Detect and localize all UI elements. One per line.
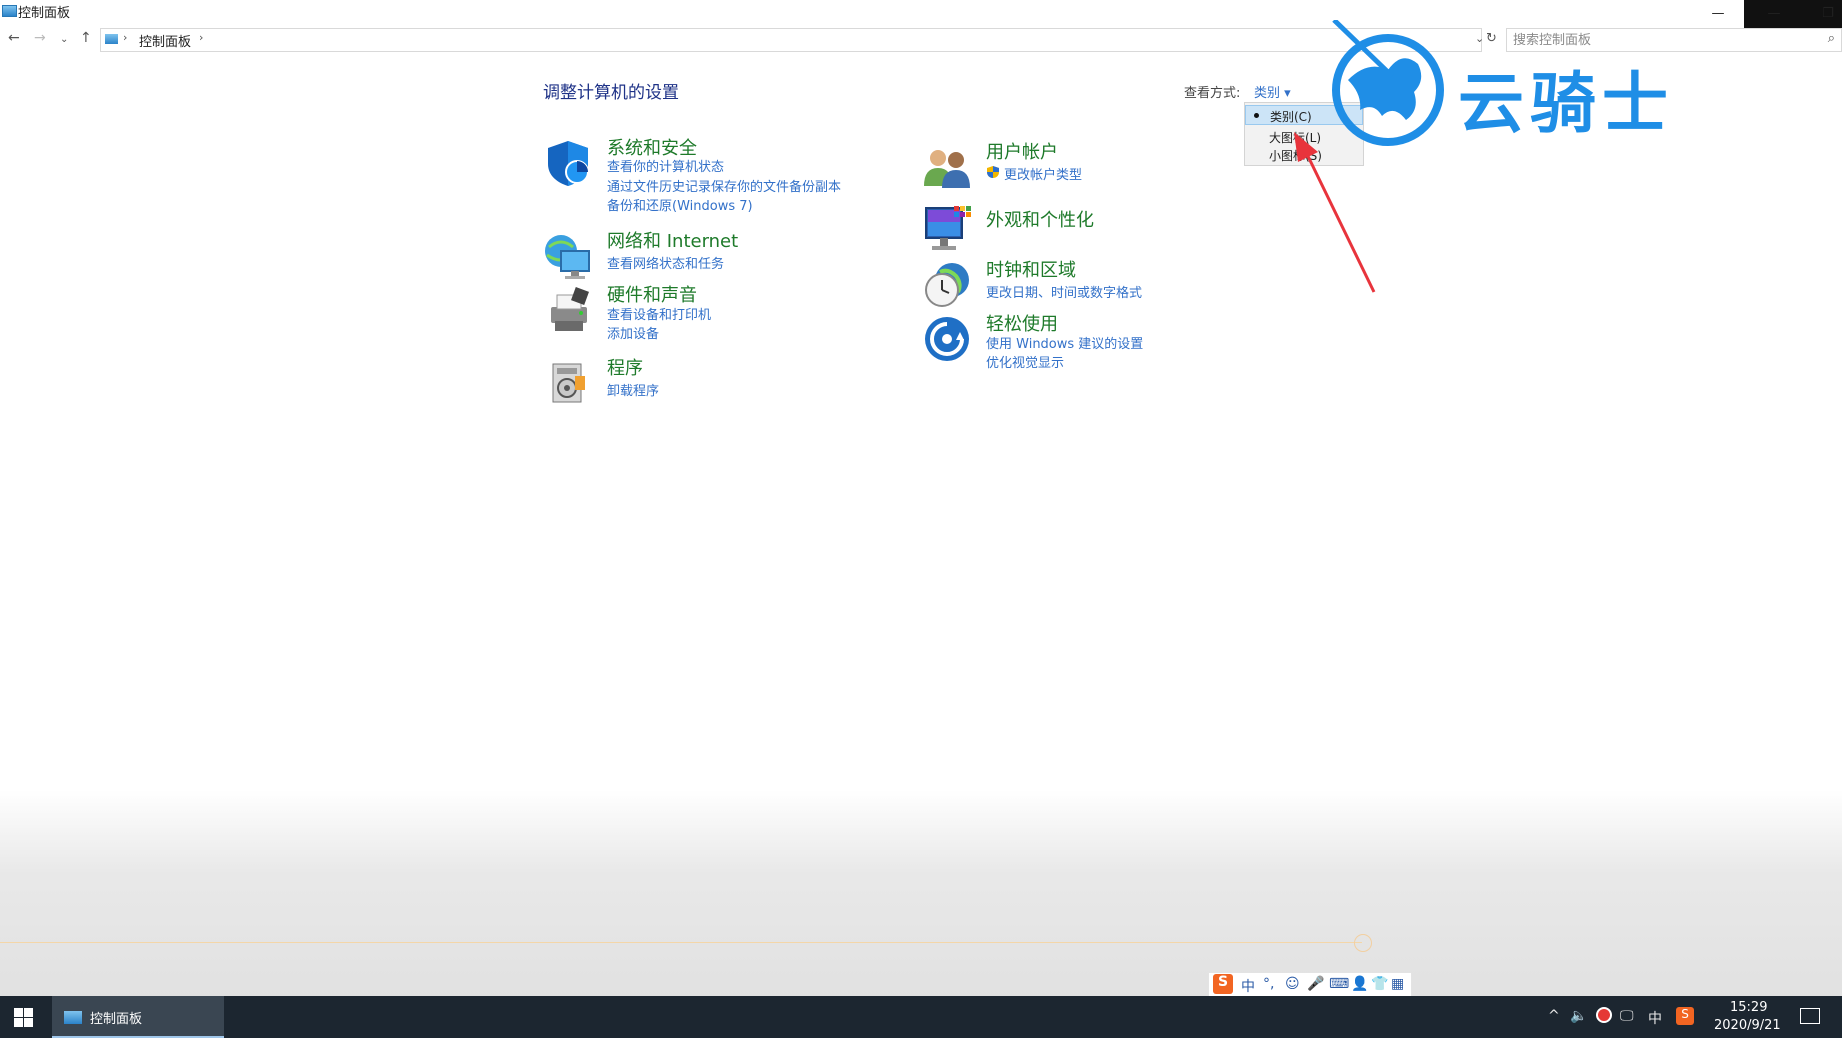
control-panel-icon: [64, 1011, 82, 1024]
category-appearance: 外观和个性化: [922, 200, 1262, 250]
network-tray-icon[interactable]: 🖵: [1620, 1008, 1634, 1024]
up-arrow-icon[interactable]: ↑: [80, 30, 92, 46]
control-panel-icon: [2, 5, 17, 17]
uac-shield-icon: [986, 164, 1000, 178]
page-title: 调整计算机的设置: [543, 83, 679, 103]
clock-icon[interactable]: [922, 260, 972, 310]
recent-locations-chevron-icon[interactable]: ⌄: [60, 34, 68, 45]
watermark-text: 云骑士: [1458, 65, 1674, 142]
category-clock-region: 时钟和区域 更改日期、时间或数字格式: [922, 256, 1262, 307]
category-link[interactable]: 更改日期、时间或数字格式: [986, 282, 1142, 301]
ime-toolbar: S 中 °, ☺ 🎤 ⌨ 👤 👕 ▦: [1208, 972, 1412, 998]
ease-of-access-icon[interactable]: [922, 314, 972, 364]
category-hardware-sound: 硬件和声音 查看设备和打印机 添加设备: [543, 281, 883, 342]
category-title[interactable]: 用户帐户: [986, 138, 1058, 164]
control-panel-icon: [105, 34, 118, 44]
category-link[interactable]: 查看你的计算机状态: [607, 156, 724, 175]
category-title[interactable]: 外观和个性化: [986, 206, 1094, 232]
category-link[interactable]: 查看网络状态和任务: [607, 253, 724, 272]
ime-tray-mode[interactable]: 中: [1648, 1008, 1662, 1028]
view-by-dropdown[interactable]: 类别 ▾: [1254, 82, 1291, 101]
programs-icon[interactable]: [543, 358, 593, 408]
category-link[interactable]: 备份和还原(Windows 7): [607, 195, 753, 214]
category-link[interactable]: 更改帐户类型: [1004, 164, 1082, 183]
category-link[interactable]: 添加设备: [607, 323, 659, 342]
shield-icon[interactable]: [543, 138, 593, 188]
breadcrumb-control-panel[interactable]: 控制面板: [139, 31, 191, 50]
printer-icon[interactable]: [543, 285, 593, 335]
volume-icon[interactable]: 🔈: [1570, 1008, 1587, 1024]
video-progress-knob[interactable]: [1354, 934, 1372, 952]
taskbar: 控制面板 ^ 🔈 🖵 中 S 15:29 2020/9/21: [0, 996, 1842, 1038]
window-title: 控制面板: [18, 6, 71, 21]
video-progress-bar[interactable]: [0, 942, 1362, 943]
clock-time[interactable]: 15:29: [1730, 1000, 1767, 1015]
back-arrow-icon[interactable]: ←: [8, 30, 20, 46]
user-icon[interactable]: 👤: [1351, 976, 1368, 992]
category-user-accounts: 用户帐户 更改帐户类型: [922, 138, 1262, 188]
sogou-tray-icon[interactable]: S: [1676, 1007, 1694, 1025]
category-system-security: 系统和安全 查看你的计算机状态 通过文件历史记录保存你的文件备份副本 备份和还原…: [543, 134, 883, 214]
mic-icon[interactable]: 🎤: [1307, 976, 1324, 992]
category-title[interactable]: 时钟和区域: [986, 256, 1076, 282]
forward-arrow-icon[interactable]: →: [34, 30, 46, 46]
category-link[interactable]: 优化视觉显示: [986, 352, 1064, 371]
category-network-internet: 网络和 Internet 查看网络状态和任务: [543, 227, 883, 279]
category-link[interactable]: 通过文件历史记录保存你的文件备份副本: [607, 176, 841, 195]
search-icon[interactable]: ⌕: [1828, 31, 1835, 46]
windows-start-icon[interactable]: [8, 1006, 36, 1028]
shirt-icon[interactable]: 👕: [1371, 976, 1388, 992]
restore-button[interactable]: ❐: [1798, 0, 1842, 28]
category-link[interactable]: 使用 Windows 建议的设置: [986, 333, 1143, 352]
network-icon[interactable]: [543, 231, 593, 281]
view-by-label: 查看方式:: [1184, 86, 1241, 101]
emoji-icon[interactable]: ☺: [1285, 976, 1300, 992]
users-icon[interactable]: [922, 142, 972, 192]
sogou-logo-icon[interactable]: S: [1213, 974, 1233, 994]
selected-bullet-icon: [1254, 113, 1259, 118]
monitor-icon[interactable]: [922, 204, 972, 254]
category-link[interactable]: 查看设备和打印机: [607, 304, 711, 323]
record-icon[interactable]: [1596, 1007, 1612, 1023]
minimize-button-overlay[interactable]: —: [1744, 0, 1804, 28]
ime-punctuation-toggle[interactable]: °,: [1263, 976, 1274, 992]
category-ease-of-access: 轻松使用 使用 Windows 建议的设置 优化视觉显示: [922, 310, 1262, 371]
notification-icon[interactable]: [1800, 1008, 1820, 1024]
breadcrumb-chevron-icon[interactable]: ›: [123, 31, 127, 44]
grid-icon[interactable]: ▦: [1391, 976, 1404, 992]
taskbar-item-control-panel[interactable]: 控制面板: [52, 996, 224, 1038]
breadcrumb-chevron-icon[interactable]: ›: [199, 31, 203, 44]
keyboard-icon[interactable]: ⌨: [1329, 976, 1349, 992]
category-title[interactable]: 网络和 Internet: [607, 227, 738, 253]
ime-mode-toggle[interactable]: 中: [1241, 976, 1255, 996]
address-bar[interactable]: › 控制面板 › ⌄: [100, 28, 1484, 52]
watermark-logo: 云骑士: [1322, 20, 1752, 152]
clock-date[interactable]: 2020/9/21: [1714, 1018, 1781, 1033]
annotation-arrow-icon: [1294, 132, 1376, 293]
knight-logo-icon: [1332, 20, 1444, 146]
tray-chevron-icon[interactable]: ^: [1548, 1008, 1560, 1024]
category-programs: 程序 卸载程序: [543, 354, 883, 404]
video-player-overlay: [0, 790, 1842, 996]
category-link[interactable]: 卸载程序: [607, 380, 659, 399]
category-title[interactable]: 程序: [607, 354, 643, 380]
